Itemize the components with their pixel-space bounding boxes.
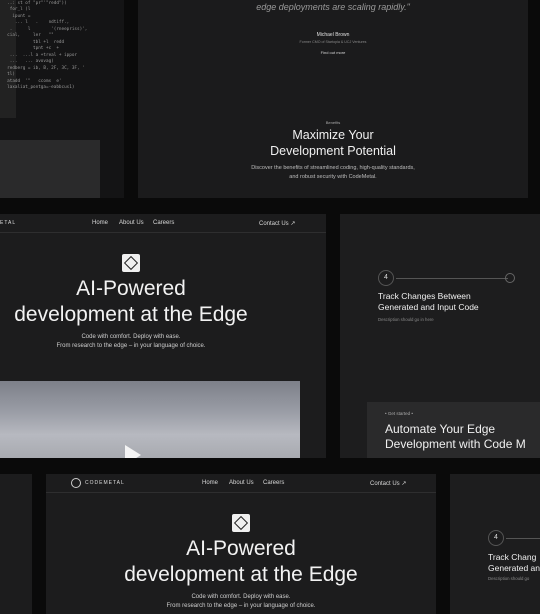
step-end-dot-icon (505, 273, 515, 283)
hero-subtitle-line2: From research to the edge – in your lang… (56, 343, 206, 349)
find-out-more-link[interactable]: Find out more (138, 50, 528, 55)
nav-careers[interactable]: Careers (263, 480, 284, 486)
brand-logo-icon[interactable] (71, 478, 81, 488)
nav-home[interactable]: Home (92, 220, 108, 226)
play-icon[interactable] (125, 445, 141, 458)
feature-description: Description should go (488, 576, 530, 581)
features-panel: 4 Track Changes Between Generated and In… (340, 214, 540, 458)
benefits-section: edge deployments are scaling rapidly." M… (138, 0, 528, 198)
editor-lower-pane (0, 140, 100, 198)
testimonial-author: Michael Brown (316, 32, 350, 38)
hero-title-line2: development at the Edge (124, 563, 358, 586)
benefits-eyebrow: Benefits (325, 120, 341, 125)
contact-us-button[interactable]: Contact Us ↗ (259, 220, 295, 227)
step-progress-line (506, 538, 540, 539)
cta-eyebrow: • Get started • (385, 411, 413, 416)
code-editor-panel: "bidi", "fp", "cp", "redd ..: st of "pr"… (0, 0, 124, 198)
brand-logo-text[interactable]: CODEMETAL (85, 480, 125, 486)
hero-title-line1: AI-Powered (76, 277, 186, 300)
feature-title-line2: Generated and Input Code (378, 302, 479, 312)
feature-description: Description should go in here (378, 317, 434, 322)
benefits-desc-line2: and robust security with CodeMetal. (289, 174, 377, 180)
step-number-badge: 4 (488, 530, 504, 546)
step-number-badge: 4 (378, 270, 394, 286)
codemetal-logo-icon (122, 254, 140, 272)
hero-section-bottom: CODEMETAL Home About Us Careers Contact … (46, 474, 436, 614)
nav-about-us[interactable]: About Us (229, 480, 254, 486)
feature-title-line2: Generated an (488, 563, 540, 573)
partial-panel-left (0, 474, 32, 614)
nav-divider (46, 492, 436, 493)
feature-title-line1: Track Chang (488, 552, 537, 562)
brand-logo-text[interactable]: ETAL (0, 220, 16, 226)
testimonial-role: Former CMO of Startopia & UCJ Ventures (299, 40, 367, 44)
cta-title-line1: Automate Your Edge (385, 422, 496, 436)
step-progress-line (396, 278, 508, 279)
code-block: "bidi", "fp", "cp", "redd ..: st of "pr"… (2, 0, 87, 92)
cta-title-line2: Development with Code M (385, 437, 526, 451)
contact-us-button[interactable]: Contact Us ↗ (370, 480, 406, 487)
hero-title-line1: AI-Powered (186, 537, 296, 560)
code-line: laxaliat_pontga=-eabbcus1) (2, 85, 75, 90)
testimonial-quote: edge deployments are scaling rapidly." (256, 2, 410, 12)
nav-home[interactable]: Home (202, 480, 218, 486)
hero-video[interactable] (0, 381, 300, 458)
codemetal-logo-icon (232, 514, 250, 532)
hero-section: ETAL Home About Us Careers Contact Us ↗ … (0, 214, 326, 458)
feature-title-line1: Track Changes Between (378, 291, 471, 301)
benefits-title-line1: Maximize Your (292, 128, 374, 142)
nav-careers[interactable]: Careers (153, 220, 174, 226)
hero-subtitle-line2: From research to the edge – in your lang… (166, 603, 316, 609)
nav-about-us[interactable]: About Us (119, 220, 144, 226)
nav-divider (0, 232, 326, 233)
features-panel-partial: 4 Track Chang Generated an Description s… (450, 474, 540, 614)
benefits-desc-line1: Discover the benefits of streamlined cod… (251, 165, 415, 171)
hero-title-line2: development at the Edge (14, 303, 248, 326)
cta-card: • Get started • Automate Your Edge Devel… (367, 402, 540, 458)
benefits-title-line2: Development Potential (270, 144, 396, 158)
